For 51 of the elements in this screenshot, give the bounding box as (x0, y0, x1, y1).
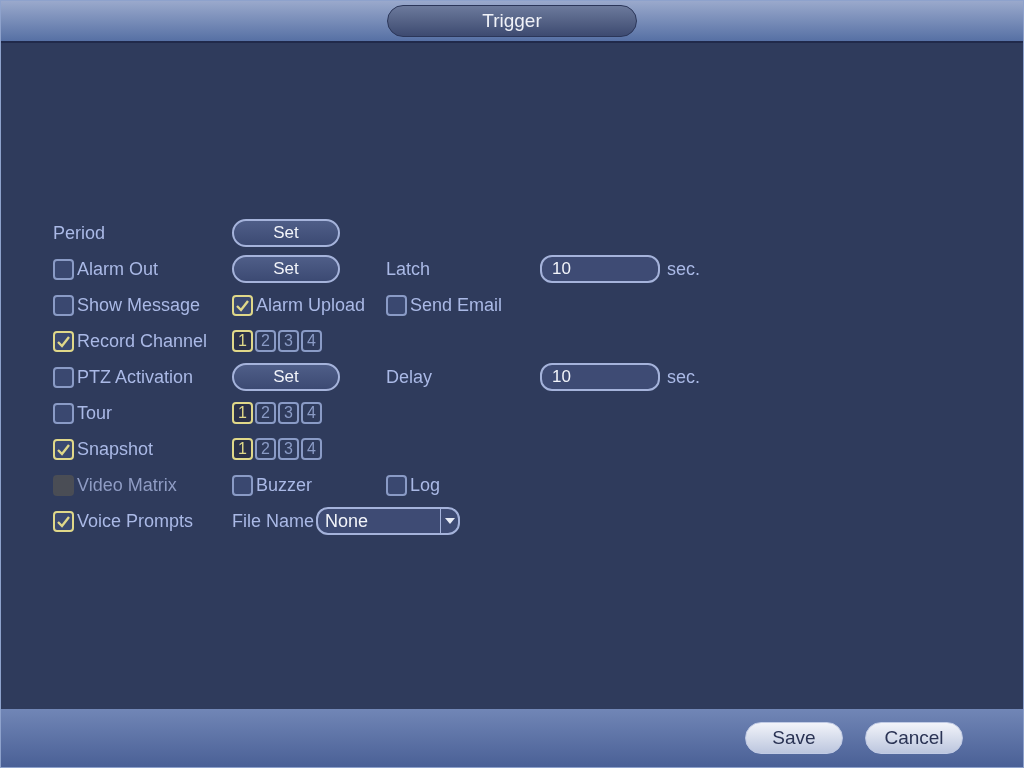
checkbox[interactable] (232, 474, 253, 496)
set-button[interactable]: Set (232, 219, 340, 247)
checkbox-label: Show Message (77, 293, 201, 317)
checkbox-label: Buzzer (256, 473, 313, 497)
field-label: Period (53, 221, 106, 245)
channel-toggle[interactable]: 2 (255, 330, 276, 352)
checkmark-icon (56, 334, 71, 348)
caret-icon (444, 518, 455, 524)
field-label: File Name (232, 509, 315, 533)
checkbox-label: Video Matrix (77, 473, 177, 497)
set-button[interactable]: Set (232, 363, 340, 391)
checkbox-label: Send Email (410, 293, 503, 317)
number-field[interactable]: 10 (540, 363, 660, 391)
checkbox[interactable] (53, 366, 74, 388)
checkbox[interactable] (53, 294, 74, 316)
checkbox[interactable] (53, 402, 74, 424)
unit-label: sec. (667, 257, 700, 281)
checkbox[interactable] (386, 474, 407, 496)
file-name-dropdown[interactable]: None (316, 507, 461, 535)
checkbox-label: PTZ Activation (77, 365, 194, 389)
channel-toggle[interactable]: 3 (278, 402, 299, 424)
channel-toggle[interactable]: 4 (301, 330, 322, 352)
checkbox-label: Snapshot (77, 437, 154, 461)
channel-toggle[interactable]: 3 (278, 330, 299, 352)
number-field[interactable]: 10 (540, 255, 660, 283)
checkbox-label: Log (410, 473, 441, 497)
checkbox-label: Alarm Upload (256, 293, 366, 317)
checkmark-icon (56, 514, 71, 528)
field-label: Delay (386, 365, 433, 389)
channel-toggle[interactable]: 1 (232, 330, 253, 352)
checkmark-icon (56, 442, 71, 456)
field-label: Latch (386, 257, 431, 281)
checkbox-label: Record Channel (77, 329, 208, 353)
channel-toggle[interactable]: 2 (255, 438, 276, 460)
checkbox[interactable] (386, 294, 407, 316)
checkbox-label: Voice Prompts (77, 509, 194, 533)
channel-toggle[interactable]: 1 (232, 438, 253, 460)
channel-toggle[interactable]: 4 (301, 402, 322, 424)
channel-toggle[interactable]: 4 (301, 438, 322, 460)
checkbox[interactable] (53, 258, 74, 280)
channel-toggle[interactable]: 3 (278, 438, 299, 460)
save-button[interactable]: Save (745, 722, 843, 754)
channel-toggle[interactable]: 1 (232, 402, 253, 424)
checkbox-label: Alarm Out (77, 257, 159, 281)
cancel-button[interactable]: Cancel (865, 722, 963, 754)
checkbox-label: Tour (77, 401, 112, 425)
set-button[interactable]: Set (232, 255, 340, 283)
checkmark-icon (235, 298, 250, 312)
window-title: Trigger (387, 5, 637, 37)
unit-label: sec. (667, 365, 700, 389)
channel-toggle[interactable]: 2 (255, 402, 276, 424)
